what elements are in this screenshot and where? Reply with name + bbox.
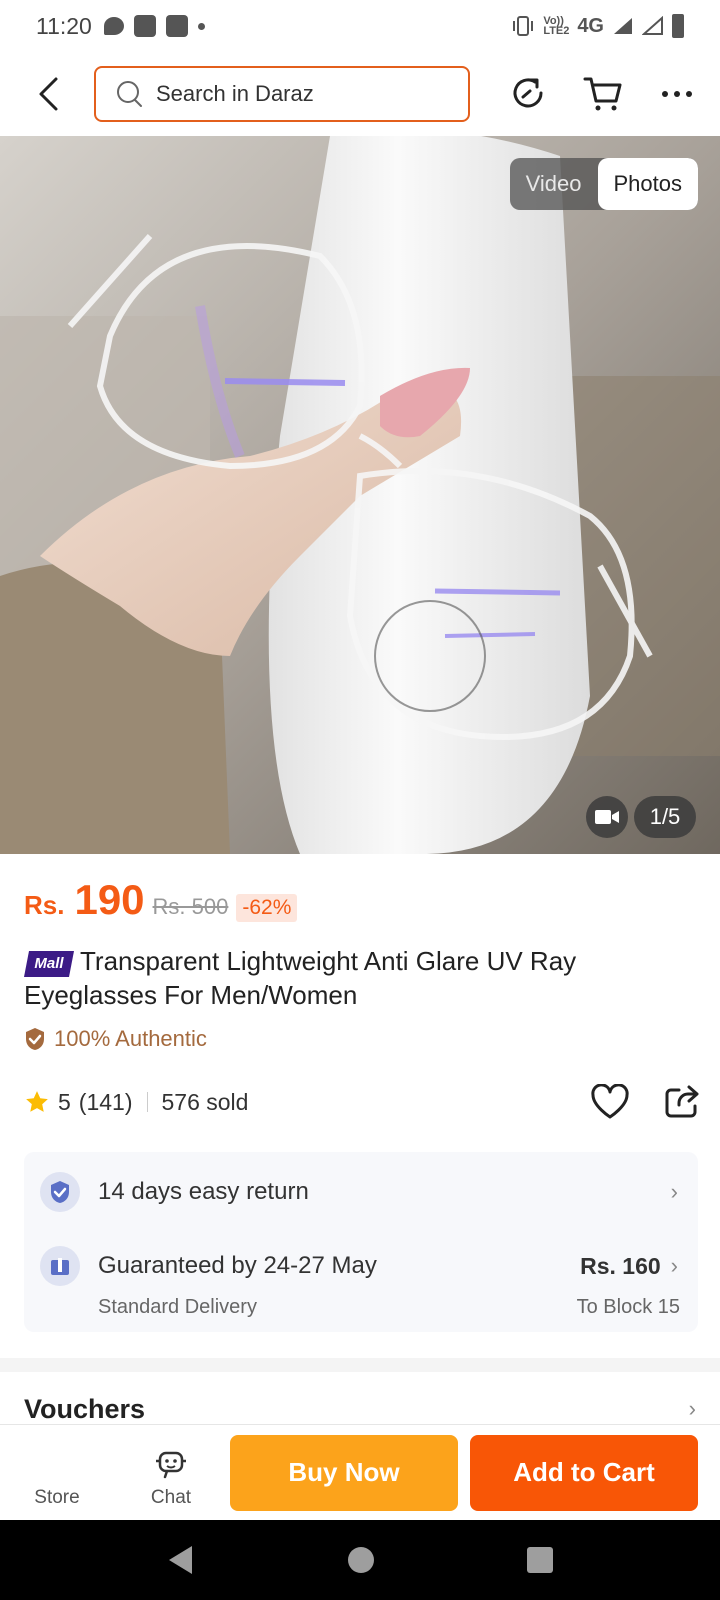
delivery-type: Standard Delivery bbox=[98, 1295, 257, 1318]
tab-video[interactable]: Video bbox=[510, 158, 598, 210]
volte-indicator: Vo)) LTE2 bbox=[543, 15, 570, 37]
return-policy-text: 14 days easy return bbox=[98, 1178, 309, 1205]
chevron-right-icon: › bbox=[670, 1253, 678, 1278]
delivery-sub-row: Standard Delivery To Block 15 bbox=[24, 1292, 698, 1322]
share-icon bbox=[513, 78, 543, 108]
delivery-box-icon bbox=[40, 1246, 80, 1286]
chat-icon bbox=[156, 1451, 186, 1478]
search-placeholder: Search in Daraz bbox=[156, 81, 314, 106]
search-input[interactable]: Search in Daraz bbox=[94, 66, 470, 122]
image-counter: 1/5 bbox=[634, 796, 696, 838]
bottom-action-bar: Store Chat Buy Now Add to Cart bbox=[0, 1424, 720, 1520]
status-time: 11:20 bbox=[36, 12, 92, 39]
divider bbox=[146, 1092, 148, 1112]
share-product-button[interactable] bbox=[660, 1080, 704, 1124]
network-type: 4G bbox=[577, 14, 604, 37]
chevron-right-icon: › bbox=[670, 1179, 678, 1204]
heart-icon bbox=[591, 1084, 629, 1119]
app-notification-icon bbox=[165, 15, 188, 37]
price-currency: Rs. bbox=[24, 890, 65, 920]
product-image-gallery[interactable]: Video Photos 1/5 bbox=[0, 136, 720, 854]
store-button[interactable]: Store bbox=[0, 1425, 114, 1521]
rating-value[interactable]: 5 bbox=[58, 1089, 71, 1116]
delivery-row[interactable]: Guaranteed by 24-27 May Rs. 160 › bbox=[24, 1244, 698, 1288]
price-row: Rs. 190 Rs. 500 -62% bbox=[24, 876, 298, 924]
chat-notification-icon bbox=[103, 17, 124, 35]
search-icon bbox=[117, 81, 142, 107]
video-play-button[interactable] bbox=[586, 796, 628, 838]
system-home-icon[interactable] bbox=[347, 1546, 375, 1574]
video-camera-icon bbox=[595, 810, 619, 824]
review-count[interactable]: (141) bbox=[79, 1089, 133, 1116]
chat-button[interactable]: Chat bbox=[114, 1425, 228, 1521]
wishlist-button[interactable] bbox=[588, 1080, 632, 1124]
return-shield-icon bbox=[40, 1172, 80, 1212]
authentic-label: 100% Authentic bbox=[54, 1026, 207, 1051]
notification-icons bbox=[103, 15, 205, 37]
shield-check-icon bbox=[26, 1028, 44, 1050]
star-icon bbox=[26, 1091, 48, 1112]
sold-count: 576 sold bbox=[161, 1088, 249, 1115]
battery-icon bbox=[672, 14, 684, 38]
discount-badge: -62% bbox=[236, 894, 298, 922]
mall-badge: Mall bbox=[24, 951, 74, 977]
cart-button[interactable] bbox=[566, 64, 640, 124]
add-to-cart-button[interactable]: Add to Cart bbox=[470, 1434, 698, 1511]
back-button[interactable] bbox=[18, 64, 78, 124]
rating-row: 5 (141) 576 sold bbox=[24, 1082, 704, 1122]
share-button[interactable] bbox=[492, 64, 566, 124]
media-toggle: Video Photos bbox=[509, 158, 698, 210]
more-icon bbox=[662, 91, 692, 97]
back-icon bbox=[39, 77, 58, 111]
return-policy-row[interactable]: 14 days easy return › bbox=[24, 1170, 698, 1214]
delivery-guarantee-text: Guaranteed by 24-27 May bbox=[98, 1252, 377, 1279]
app-notification-icon bbox=[133, 15, 156, 37]
store-label: Store bbox=[34, 1486, 80, 1508]
more-notifications-icon bbox=[197, 22, 205, 30]
original-price: Rs. 500 bbox=[152, 894, 229, 919]
vouchers-title: Vouchers bbox=[24, 1393, 146, 1424]
product-title: Mall Transparent Lightweight Anti Glare U… bbox=[24, 944, 704, 1012]
vouchers-row[interactable]: Vouchers › bbox=[0, 1372, 720, 1424]
tab-photos[interactable]: Photos bbox=[597, 158, 698, 210]
delivery-fee: Rs. 160 bbox=[580, 1252, 661, 1279]
vibrate-icon bbox=[513, 16, 534, 36]
system-navigation-bar bbox=[0, 1520, 720, 1600]
authentic-row: 100% Authentic bbox=[24, 1026, 207, 1052]
system-back-icon[interactable] bbox=[166, 1544, 196, 1576]
product-photo bbox=[0, 136, 720, 854]
chevron-right-icon: › bbox=[688, 1396, 696, 1421]
signal-icon bbox=[614, 18, 632, 34]
top-nav: Search in Daraz bbox=[0, 52, 720, 136]
system-recents-icon[interactable] bbox=[526, 1546, 554, 1574]
delivery-destination: To Block 15 bbox=[576, 1295, 680, 1318]
delivery-card: 14 days easy return › Guaranteed by 24-2… bbox=[24, 1152, 698, 1332]
share-box-icon bbox=[665, 1085, 699, 1118]
status-bar: 11:20 Vo)) LTE2 4G bbox=[0, 0, 720, 52]
more-options-button[interactable] bbox=[640, 64, 714, 124]
signal-icon-2 bbox=[642, 16, 663, 35]
cart-icon bbox=[583, 77, 622, 111]
chat-label: Chat bbox=[150, 1486, 192, 1508]
section-divider bbox=[0, 1358, 720, 1372]
current-price: 190 bbox=[74, 876, 145, 923]
product-title-text: Transparent Lightweight Anti Glare UV Ra… bbox=[24, 946, 577, 1010]
buy-now-button[interactable]: Buy Now bbox=[230, 1434, 458, 1511]
